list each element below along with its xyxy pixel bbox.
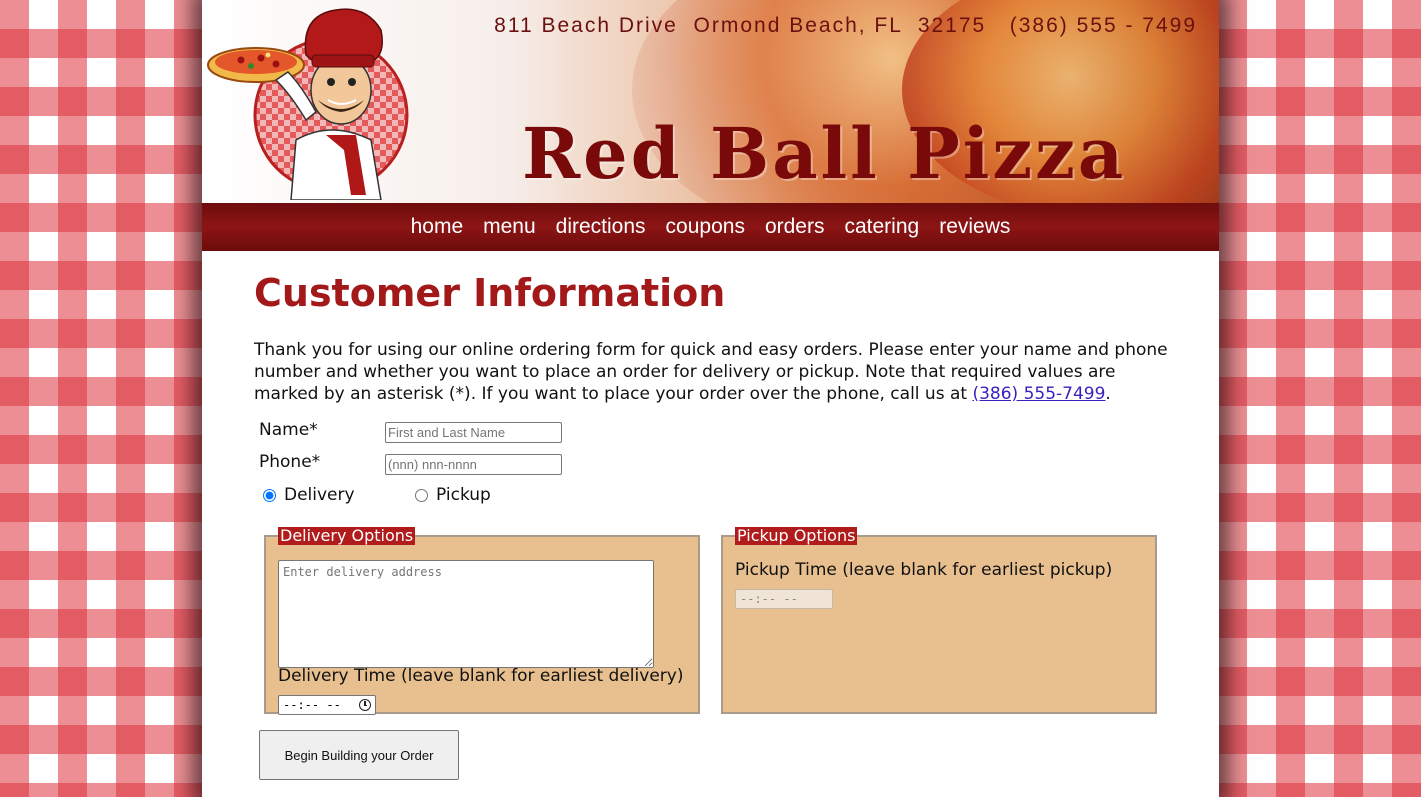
header-banner: 811 Beach Drive Ormond Beach, FL 32175 (… [202,0,1219,205]
name-label: Name* [259,420,318,440]
pickup-radio[interactable] [415,488,428,502]
pickup-time-label: Pickup Time (leave blank for earliest pi… [735,560,1113,580]
main-content: Customer Information Thank you for using… [254,251,1169,780]
begin-order-button[interactable]: Begin Building your Order [259,730,459,780]
delivery-option[interactable]: Delivery [263,485,415,505]
delivery-options-legend: Delivery Options [278,526,416,545]
phone-row: Phone* [259,452,320,472]
clock-icon[interactable] [359,699,371,711]
delivery-options-fieldset: Delivery Options Delivery Time (leave bl… [264,526,700,715]
phone-link[interactable]: (386) 555-7499 [972,384,1105,404]
delivery-time-label: Delivery Time (leave blank for earliest … [278,666,684,686]
delivery-time-input[interactable]: --:-- -- [278,695,376,715]
nav-item-catering[interactable]: catering [834,203,929,251]
phone-input[interactable] [385,454,562,475]
main-nav: home menu directions coupons orders cate… [202,203,1219,251]
brand-name: Red Ball Pizza [522,112,1127,195]
delivery-address-textarea[interactable] [278,560,654,668]
page-container: 811 Beach Drive Ormond Beach, FL 32175 (… [202,0,1219,797]
pickup-label: Pickup [436,485,491,505]
page-title: Customer Information [254,271,726,315]
intro-end: . [1105,384,1111,404]
delivery-radio[interactable] [263,488,276,502]
chef-logo-icon [207,8,409,200]
pickup-time-input[interactable]: --:-- -- [735,589,833,609]
pickup-option[interactable]: Pickup [415,485,491,505]
store-address: 811 Beach Drive Ormond Beach, FL 32175 (… [494,14,1197,37]
pickup-options-fieldset: Pickup Options Pickup Time (leave blank … [721,527,1157,714]
pickup-time-value: --:-- -- [740,592,798,606]
nav-item-home[interactable]: home [401,203,474,251]
nav-item-reviews[interactable]: reviews [929,203,1020,251]
name-input[interactable] [385,422,562,443]
nav-item-coupons[interactable]: coupons [656,203,755,251]
pickup-options-legend: Pickup Options [735,526,858,545]
delivery-time-value: --:-- -- [283,698,341,712]
nav-item-directions[interactable]: directions [546,203,656,251]
phone-label: Phone* [259,452,321,472]
delivery-label: Delivery [284,485,355,505]
nav-item-orders[interactable]: orders [755,203,835,251]
name-row: Name* [259,420,318,440]
order-type-group: Delivery Pickup [263,485,491,505]
nav-item-menu[interactable]: menu [473,203,546,251]
intro-paragraph: Thank you for using our online ordering … [254,339,1169,405]
